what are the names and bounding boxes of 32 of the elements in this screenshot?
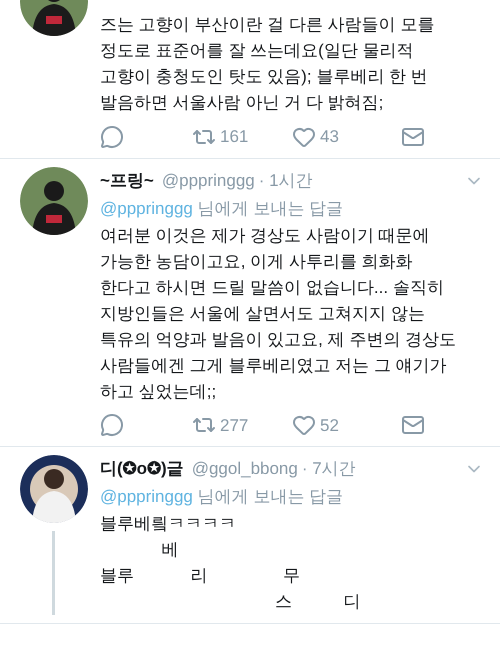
- tweet-text-line: 블루 리 무: [100, 565, 302, 587]
- tweet-text-line: 정도로 표준어를 잘 쓰는데요(일단 물리적: [100, 40, 415, 62]
- tweet-text-line: 고향이 충청도인 탓도 있음); 블루베리 한 번: [100, 66, 429, 88]
- like-count: 43: [320, 126, 339, 148]
- tweet-text-line: 발음하면 서울사람 아닌 거 다 밝혀짐;: [100, 92, 384, 114]
- retweet-count: 161: [220, 126, 248, 148]
- user-handle[interactable]: @ggol_bbong: [192, 455, 298, 483]
- display-name: 디(✪o✪)긑: [100, 458, 184, 480]
- reply-icon[interactable]: [100, 124, 124, 149]
- reply-icon[interactable]: [100, 413, 124, 438]
- reply-label: 님에게 보내는 답글: [198, 198, 344, 218]
- retweet-count: 277: [220, 414, 248, 436]
- reply-mention-link[interactable]: @pppringgg: [100, 487, 193, 506]
- tweet-text-line: 블루베릨ㅋㅋㅋㅋ: [100, 513, 237, 535]
- tweet-time: · 7시간: [302, 458, 356, 480]
- tweet-text-line: 여러분 이것은 제가 경상도 사람이기 때문에: [100, 224, 431, 246]
- tweet-text-line: 스 디: [274, 591, 362, 613]
- tweet-text-line: 베: [160, 539, 180, 561]
- tweet-text-line: 가능한 농담이고요, 이게 사투리를 희화화: [100, 250, 414, 272]
- tweet-text-line: 즈는 고향이 부산이란 걸 다른 사람들이 모를: [100, 14, 436, 36]
- user-handle[interactable]: @pppringgg: [162, 166, 255, 194]
- tweet-text-line: 하고 싶었는데;;: [100, 380, 218, 402]
- tweet-time: · 1시간: [258, 170, 313, 192]
- reply-label: 님에게 보내는 답글: [198, 487, 344, 506]
- like-icon[interactable]: [292, 413, 316, 438]
- tweet-text-line: 한다고 하시면 드릴 말씀이 없습니다... 솔직히: [100, 276, 445, 298]
- reply-mention-link[interactable]: @pppringgg: [100, 198, 193, 218]
- tweet-text-line: 지방인들은 서울에 살면서도 고쳐지지 않는: [100, 302, 426, 324]
- tweet-text-line: 특유의 억양과 발음이 있고요, 제 주변의 경상도: [100, 328, 458, 350]
- like-count: 52: [320, 414, 339, 436]
- display-name: ~프링~: [100, 170, 154, 192]
- tweet-text-line: 사람들에겐 그게 블루베리였고 저는 그 얘기가: [100, 354, 448, 376]
